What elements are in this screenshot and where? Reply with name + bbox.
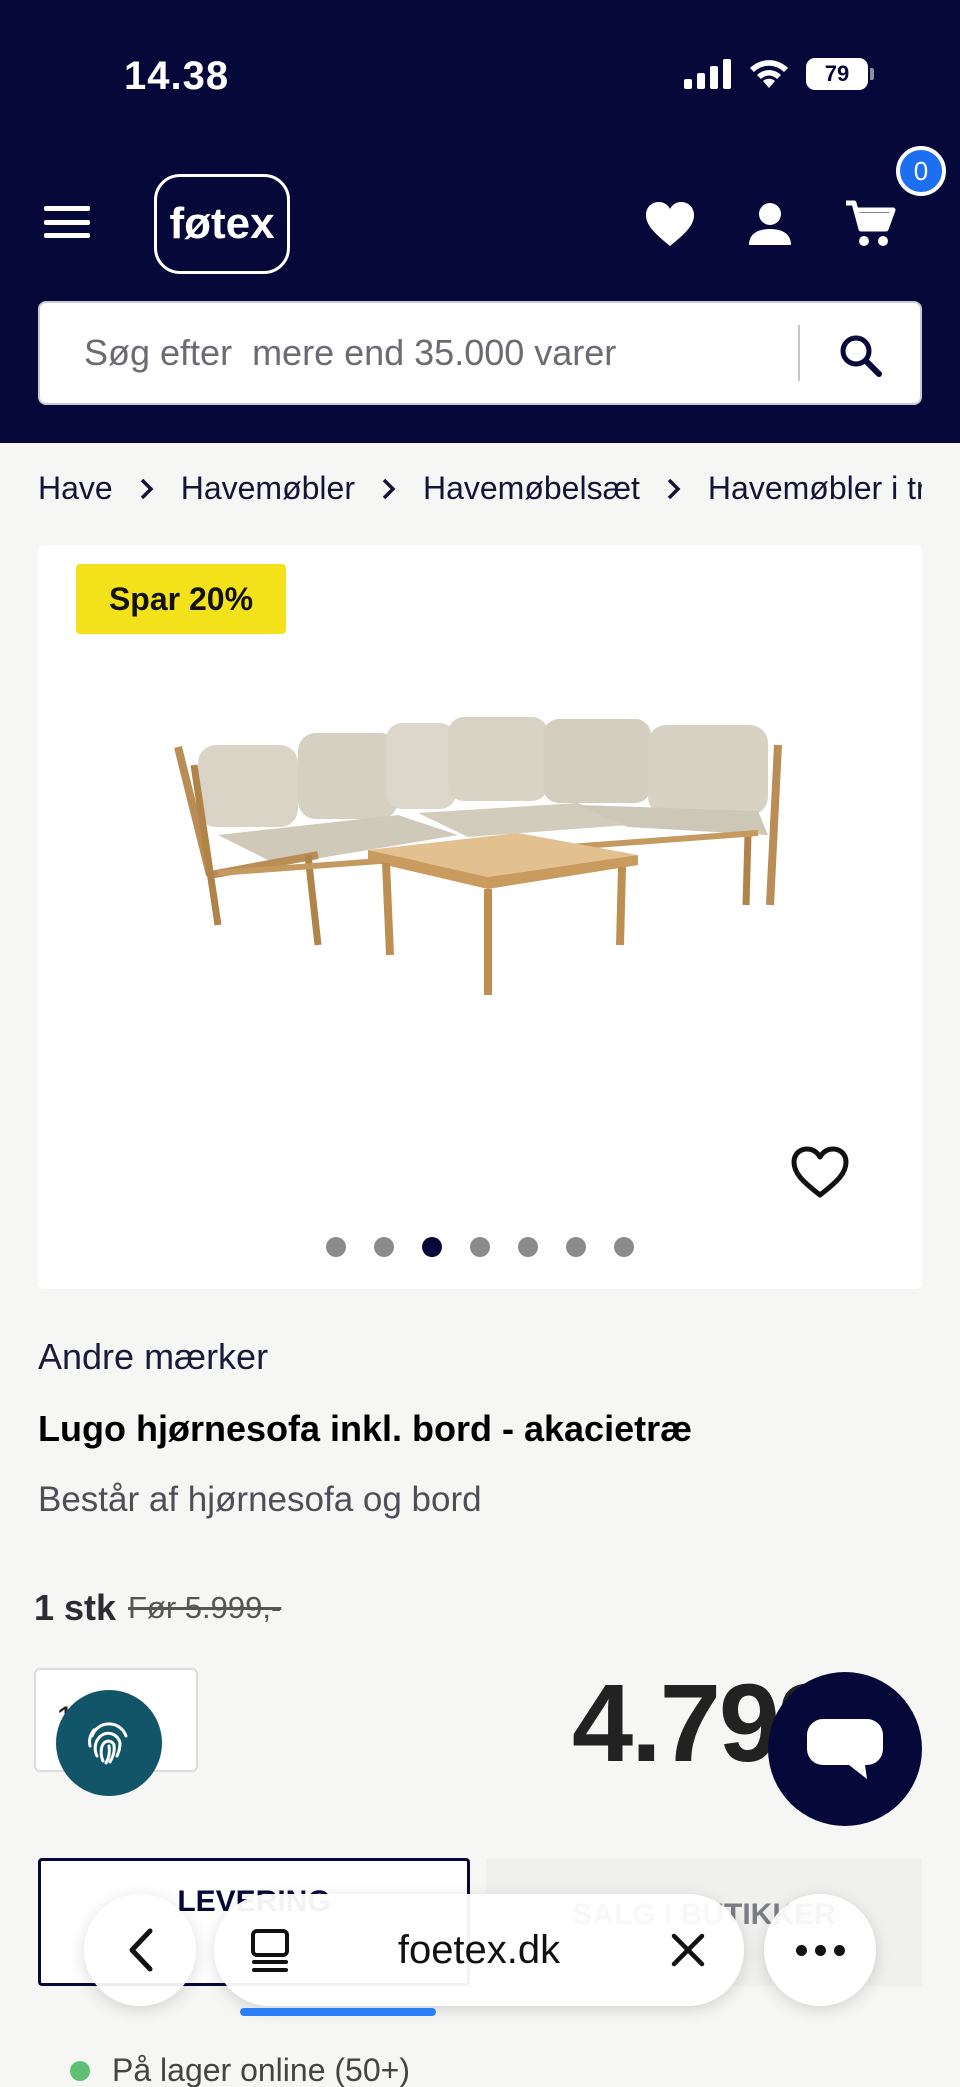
breadcrumb: Have Havemøbler Havemøbelsæt Havemøbler … xyxy=(38,470,922,507)
discount-badge: Spar 20% xyxy=(76,564,286,634)
battery-indicator: 79 xyxy=(806,58,874,90)
foetex-logo[interactable]: føtex xyxy=(154,174,290,274)
product-title: Lugo hjørnesofa inkl. bord - akacietræ xyxy=(38,1408,693,1449)
status-bar: 14.38 79 xyxy=(0,0,960,150)
heart-icon[interactable] xyxy=(642,196,698,252)
carousel-dot[interactable] xyxy=(470,1237,490,1257)
product-unit: 1 stk xyxy=(34,1587,117,1628)
product-brand[interactable]: Andre mærker xyxy=(38,1336,268,1378)
close-icon[interactable] xyxy=(664,1926,712,1974)
carousel-dot[interactable] xyxy=(326,1237,346,1257)
cart-count-badge: 0 xyxy=(896,146,946,196)
page-load-progress xyxy=(240,2008,436,2016)
carousel-dots xyxy=(38,1237,922,1257)
chevron-right-icon xyxy=(381,477,397,501)
battery-level: 79 xyxy=(806,58,868,90)
product-image xyxy=(174,717,782,995)
back-button[interactable] xyxy=(84,1894,196,2006)
search-divider xyxy=(798,325,800,381)
search-input[interactable] xyxy=(84,303,804,403)
chat-button[interactable] xyxy=(768,1672,922,1826)
favorite-heart-icon[interactable] xyxy=(790,1145,850,1201)
search-icon[interactable] xyxy=(830,325,890,385)
stock-label: På lager online (50+) xyxy=(112,2052,410,2087)
status-icons: 79 xyxy=(684,58,874,90)
chevron-right-icon xyxy=(139,477,155,501)
signal-icon xyxy=(684,59,731,89)
stock-status: På lager online (50+) xyxy=(70,2052,410,2087)
site-header: 14.38 79 føtex 0 xyxy=(0,0,960,443)
in-stock-dot-icon xyxy=(70,2060,90,2081)
browser-toolbar: foetex.dk xyxy=(0,1880,960,2050)
carousel-dot[interactable] xyxy=(566,1237,586,1257)
carousel-dot[interactable] xyxy=(518,1237,538,1257)
product-gallery[interactable]: Spar 20% xyxy=(38,545,922,1289)
more-options-icon[interactable] xyxy=(764,1894,876,2006)
chat-bubble-icon xyxy=(807,1719,883,1779)
carousel-dot-active[interactable] xyxy=(422,1237,442,1257)
breadcrumb-item-havemobler-i-trae[interactable]: Havemøbler i træ xyxy=(708,470,922,507)
breadcrumb-item-have[interactable]: Have xyxy=(38,470,113,507)
user-icon[interactable] xyxy=(742,196,798,252)
breadcrumb-item-havemobelsaet[interactable]: Havemøbelsæt xyxy=(423,470,640,507)
before-price: Før 5.999,- xyxy=(128,1590,282,1625)
cart-icon[interactable] xyxy=(842,196,898,252)
status-time: 14.38 xyxy=(124,54,230,98)
carousel-dot[interactable] xyxy=(374,1237,394,1257)
search-bar xyxy=(38,301,922,405)
carousel-dot[interactable] xyxy=(614,1237,634,1257)
menu-icon[interactable] xyxy=(40,200,94,244)
chevron-left-icon xyxy=(129,1928,153,1972)
wifi-icon xyxy=(750,60,788,88)
address-bar[interactable]: foetex.dk xyxy=(214,1894,744,2016)
product-subtitle: Består af hjørnesofa og bord xyxy=(38,1480,482,1519)
fingerprint-icon[interactable] xyxy=(56,1690,162,1796)
chevron-right-icon xyxy=(666,477,682,501)
breadcrumb-item-havemobler[interactable]: Havemøbler xyxy=(181,470,355,507)
